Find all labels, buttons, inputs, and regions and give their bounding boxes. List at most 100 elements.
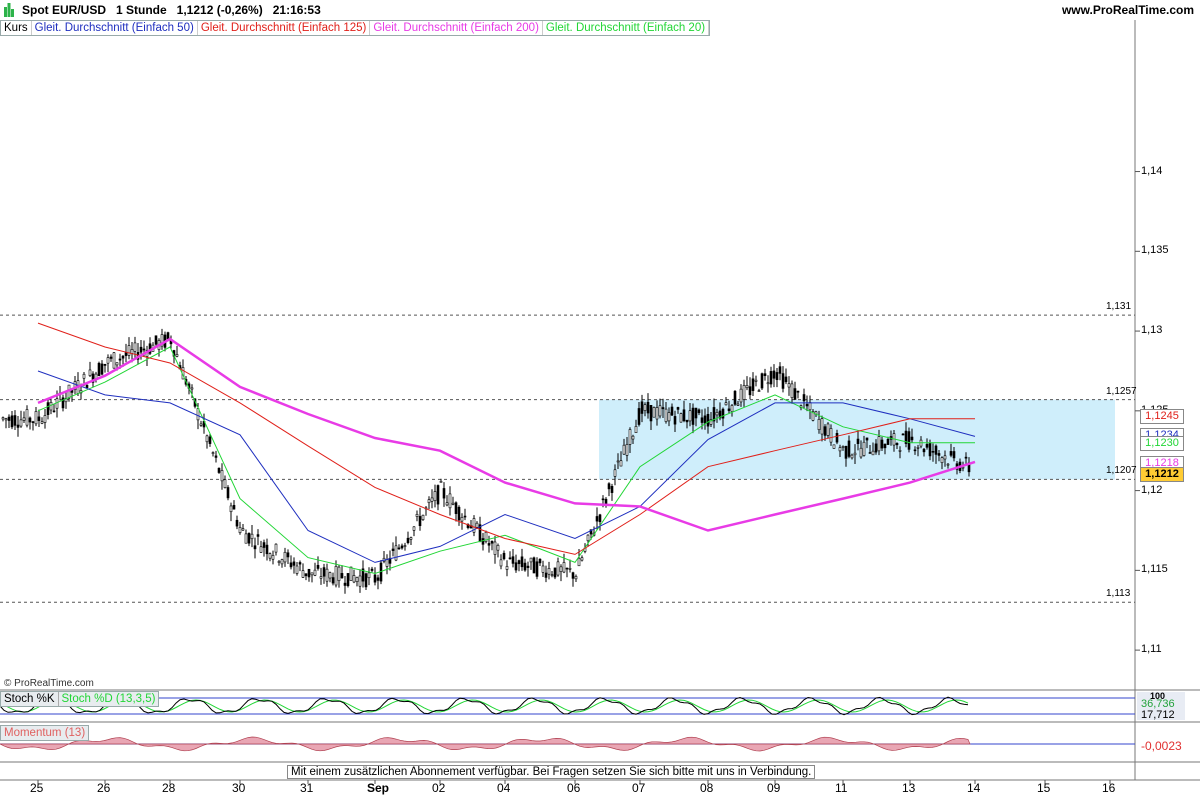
candle-body — [856, 438, 860, 444]
candle-body — [268, 553, 272, 559]
candle-body — [910, 436, 914, 441]
date-label: 16 — [1102, 781, 1116, 795]
candle-body — [25, 409, 29, 426]
candle-body — [766, 382, 770, 385]
candle-body — [943, 455, 947, 460]
candle-body — [817, 418, 821, 430]
candle-body — [247, 532, 251, 544]
candle-body — [175, 354, 179, 357]
candle-body — [289, 562, 293, 568]
candle-body — [115, 362, 119, 366]
candle-body — [928, 442, 932, 457]
candle-body — [409, 537, 413, 540]
candle-body — [901, 433, 905, 436]
candle-body — [376, 577, 380, 581]
candle-body — [868, 452, 872, 454]
candle-body — [430, 497, 434, 502]
candle-body — [733, 390, 737, 405]
candle-body — [547, 568, 551, 575]
candle-body — [199, 423, 203, 426]
stoch-d-label[interactable]: Stoch %D (13,3,5) — [57, 692, 159, 706]
price-tag: 1,1245 — [1140, 408, 1184, 424]
candle-body — [745, 385, 749, 389]
candle-body — [793, 388, 797, 400]
candle-body — [301, 570, 305, 578]
candle-body — [769, 371, 773, 385]
candle-body — [133, 342, 137, 352]
candle-body — [313, 569, 317, 576]
candle-body — [406, 537, 410, 544]
candle-body — [49, 402, 53, 411]
candle-body — [535, 561, 539, 577]
candle-body — [883, 443, 887, 449]
candle-body — [34, 411, 38, 425]
candle-body — [898, 450, 902, 452]
candle-body — [730, 405, 734, 412]
candle-body — [262, 542, 266, 548]
candle-body — [460, 517, 464, 522]
candle-body — [577, 557, 581, 567]
candle-body — [613, 469, 617, 477]
candle-body — [853, 452, 857, 456]
price-chart[interactable] — [0, 0, 1200, 800]
date-label: 31 — [300, 781, 314, 795]
candle-body — [595, 516, 599, 522]
candle-body — [364, 573, 368, 588]
candle-body — [205, 435, 209, 443]
candle-body — [367, 572, 371, 579]
candle-body — [304, 573, 308, 577]
candle-body — [403, 545, 407, 547]
date-label: 30 — [232, 781, 246, 795]
candle-body — [448, 493, 452, 509]
stoch-legend: Stoch %K Stoch %D (13,3,5) — [0, 691, 160, 707]
candle-body — [37, 416, 41, 421]
candle-body — [277, 561, 281, 563]
date-label: 09 — [767, 781, 781, 795]
candle-body — [688, 410, 692, 422]
candle-body — [16, 424, 20, 428]
candle-body — [610, 486, 614, 493]
candle-body — [214, 455, 218, 458]
candle-body — [859, 447, 863, 458]
candle-body — [697, 409, 701, 414]
subscription-notice: Mit einem zusätzlichen Abonnement verfüg… — [287, 765, 816, 779]
candle-body — [292, 561, 296, 566]
candle-body — [778, 366, 782, 374]
candle-body — [322, 567, 326, 577]
candle-body — [685, 419, 689, 423]
candle-body — [607, 483, 611, 490]
candle-body — [628, 429, 632, 445]
candle-body — [706, 413, 710, 427]
candle-body — [265, 544, 269, 555]
candle-body — [565, 567, 569, 570]
candle-body — [787, 383, 791, 388]
candle-body — [877, 436, 881, 452]
candle-body — [763, 373, 767, 376]
candle-body — [703, 415, 707, 424]
candle-body — [508, 557, 512, 560]
candle-body — [670, 406, 674, 416]
candle-body — [112, 352, 116, 369]
candle-body — [22, 417, 26, 421]
candle-body — [598, 514, 602, 523]
date-label: 07 — [632, 781, 646, 795]
candle-body — [673, 416, 677, 425]
candle-body — [82, 373, 86, 379]
candle-body — [646, 401, 650, 414]
candle-body — [514, 562, 518, 571]
momentum-label[interactable]: Momentum (13) — [0, 725, 90, 741]
candle-body — [604, 498, 608, 504]
candle-body — [442, 488, 446, 499]
candle-body — [139, 346, 143, 353]
candle-body — [796, 390, 800, 393]
price-axis-label: 1,14 — [1141, 164, 1163, 177]
candle-body — [871, 450, 875, 456]
candle-body — [31, 421, 35, 423]
level-label: 1,113 — [1106, 588, 1131, 600]
candle-body — [661, 407, 665, 410]
candle-body — [625, 444, 629, 456]
candle-body — [97, 362, 101, 377]
candle-body — [337, 566, 341, 581]
date-label: 13 — [902, 781, 916, 795]
stoch-k-label[interactable]: Stoch %K — [1, 692, 58, 706]
